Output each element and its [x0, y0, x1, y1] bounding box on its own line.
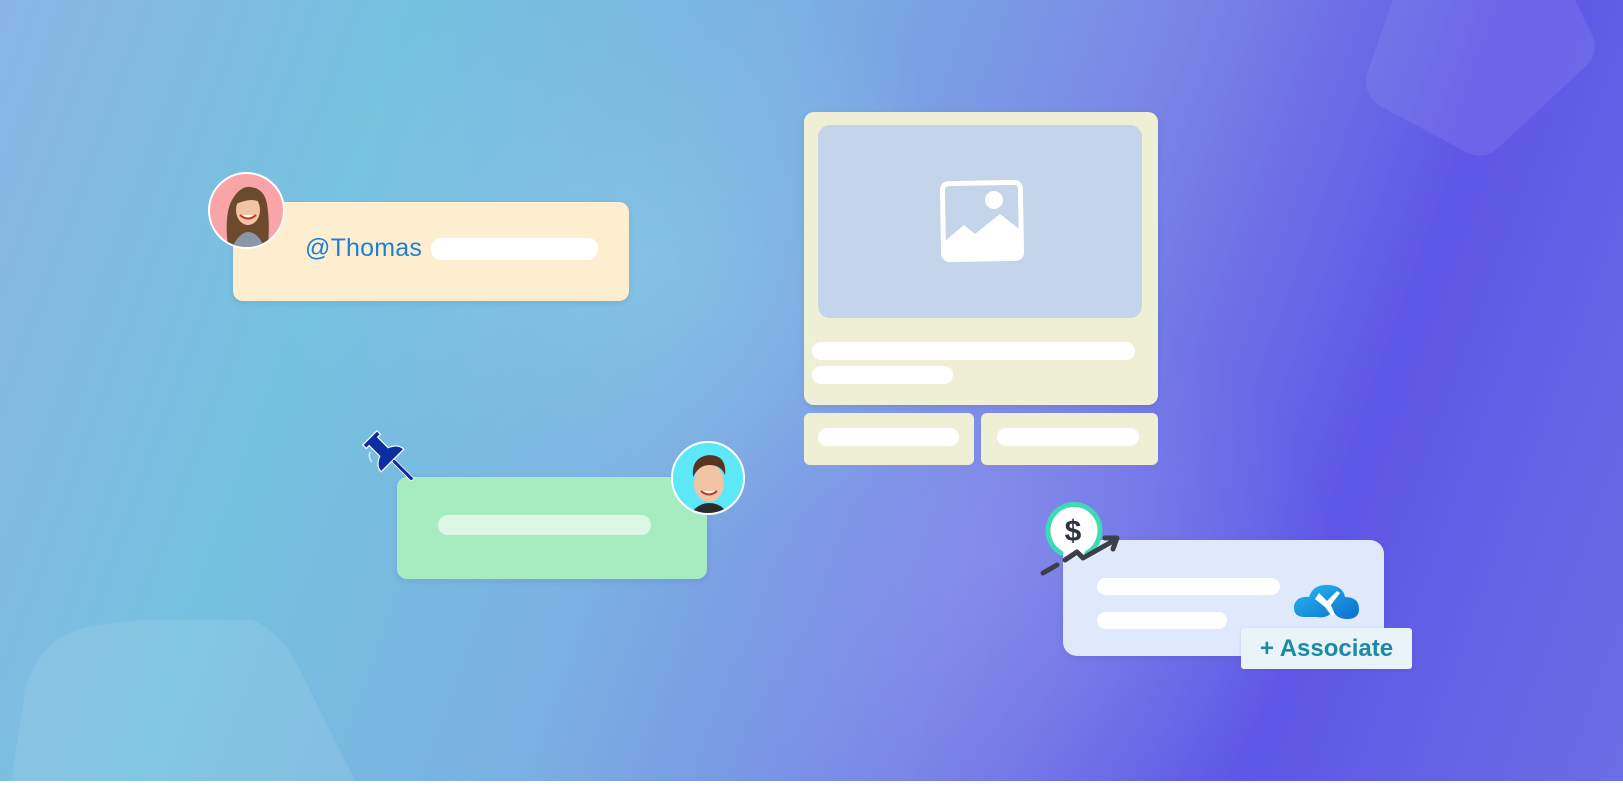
- text-placeholder-bar: [818, 428, 959, 446]
- image-placeholder-area: [818, 125, 1142, 318]
- svg-text:$: $: [1065, 515, 1082, 548]
- media-action-tile[interactable]: [804, 413, 974, 465]
- associate-button[interactable]: + Associate: [1241, 628, 1412, 669]
- dollar-growth-icon: $: [1040, 502, 1120, 576]
- text-placeholder-bar: [997, 428, 1139, 446]
- text-placeholder-bar: [438, 515, 651, 535]
- media-action-tile[interactable]: [981, 413, 1158, 465]
- pushpin-icon[interactable]: [354, 428, 426, 500]
- mention-comment-card[interactable]: @Thomas: [233, 202, 629, 301]
- text-placeholder-bar: [1097, 578, 1280, 595]
- person-man-icon: [691, 455, 727, 513]
- mention-tag[interactable]: @Thomas: [305, 234, 422, 263]
- text-placeholder-bar: [812, 342, 1135, 360]
- media-post-card[interactable]: [804, 112, 1158, 405]
- text-placeholder-bar: [1097, 612, 1227, 629]
- image-placeholder-icon: [939, 179, 1025, 263]
- cloud-plane-icon: [1293, 584, 1359, 619]
- avatar-man: [671, 441, 745, 515]
- pinned-note-card[interactable]: [397, 477, 707, 579]
- decorative-rounded-shape: [10, 620, 360, 790]
- person-woman-icon: [226, 186, 269, 247]
- decorative-pentagon-shape: [1365, 0, 1595, 156]
- text-placeholder-bar: [431, 238, 598, 260]
- avatar-woman: [208, 172, 285, 249]
- text-placeholder-bar: [812, 366, 953, 384]
